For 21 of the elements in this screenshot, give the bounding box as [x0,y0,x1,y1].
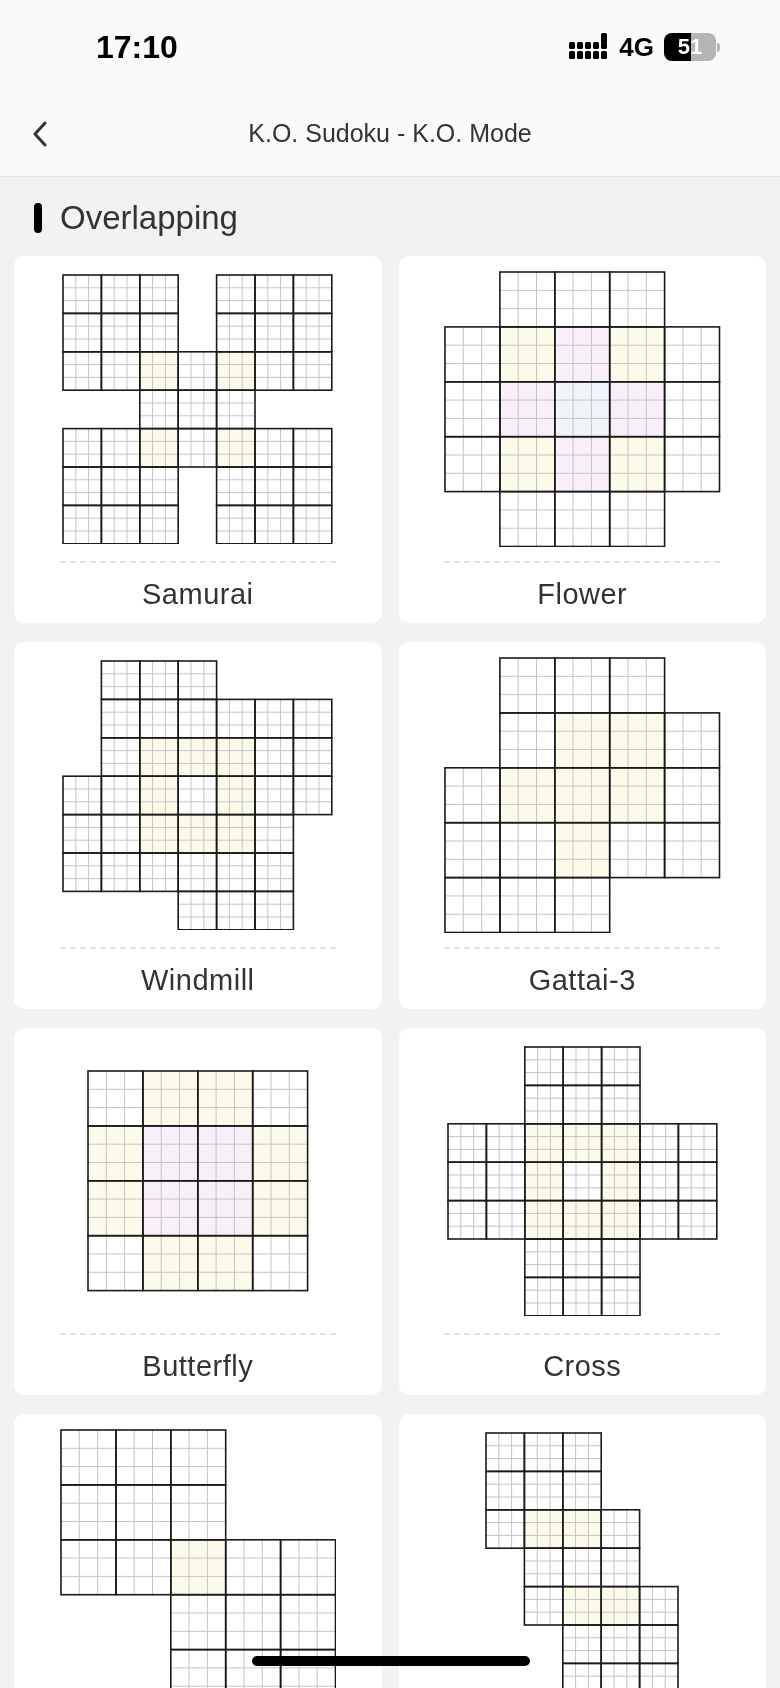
puzzle-card[interactable]: Windmill [14,642,382,1009]
puzzle-label: Samurai [142,577,254,612]
back-chevron-icon [32,121,48,147]
section-title: Overlapping [60,201,238,234]
puzzle-card[interactable] [14,1414,382,1688]
puzzle-card[interactable] [398,1414,766,1688]
puzzle-label: Cross [543,1349,622,1384]
puzzle-label: Butterfly [142,1349,254,1384]
puzzle-card[interactable]: Cross [398,1028,766,1395]
signal-icon [569,33,610,61]
status-time: 17:10 [96,28,178,67]
puzzle-label: Windmill [140,963,255,998]
screen-title: K.O. Sudoku - K.O. Mode [248,118,532,150]
puzzle-label: Flower [537,577,628,612]
section-marker [34,202,42,233]
puzzle-card[interactable]: Flower [398,256,766,623]
puzzle-label: Gattai-3 [528,963,636,998]
network-label: 4G [619,30,654,64]
puzzle-card[interactable]: Butterfly [14,1028,382,1395]
puzzle-card[interactable]: Gattai-3 [398,642,766,1009]
puzzle-card[interactable]: Samurai [14,256,382,623]
